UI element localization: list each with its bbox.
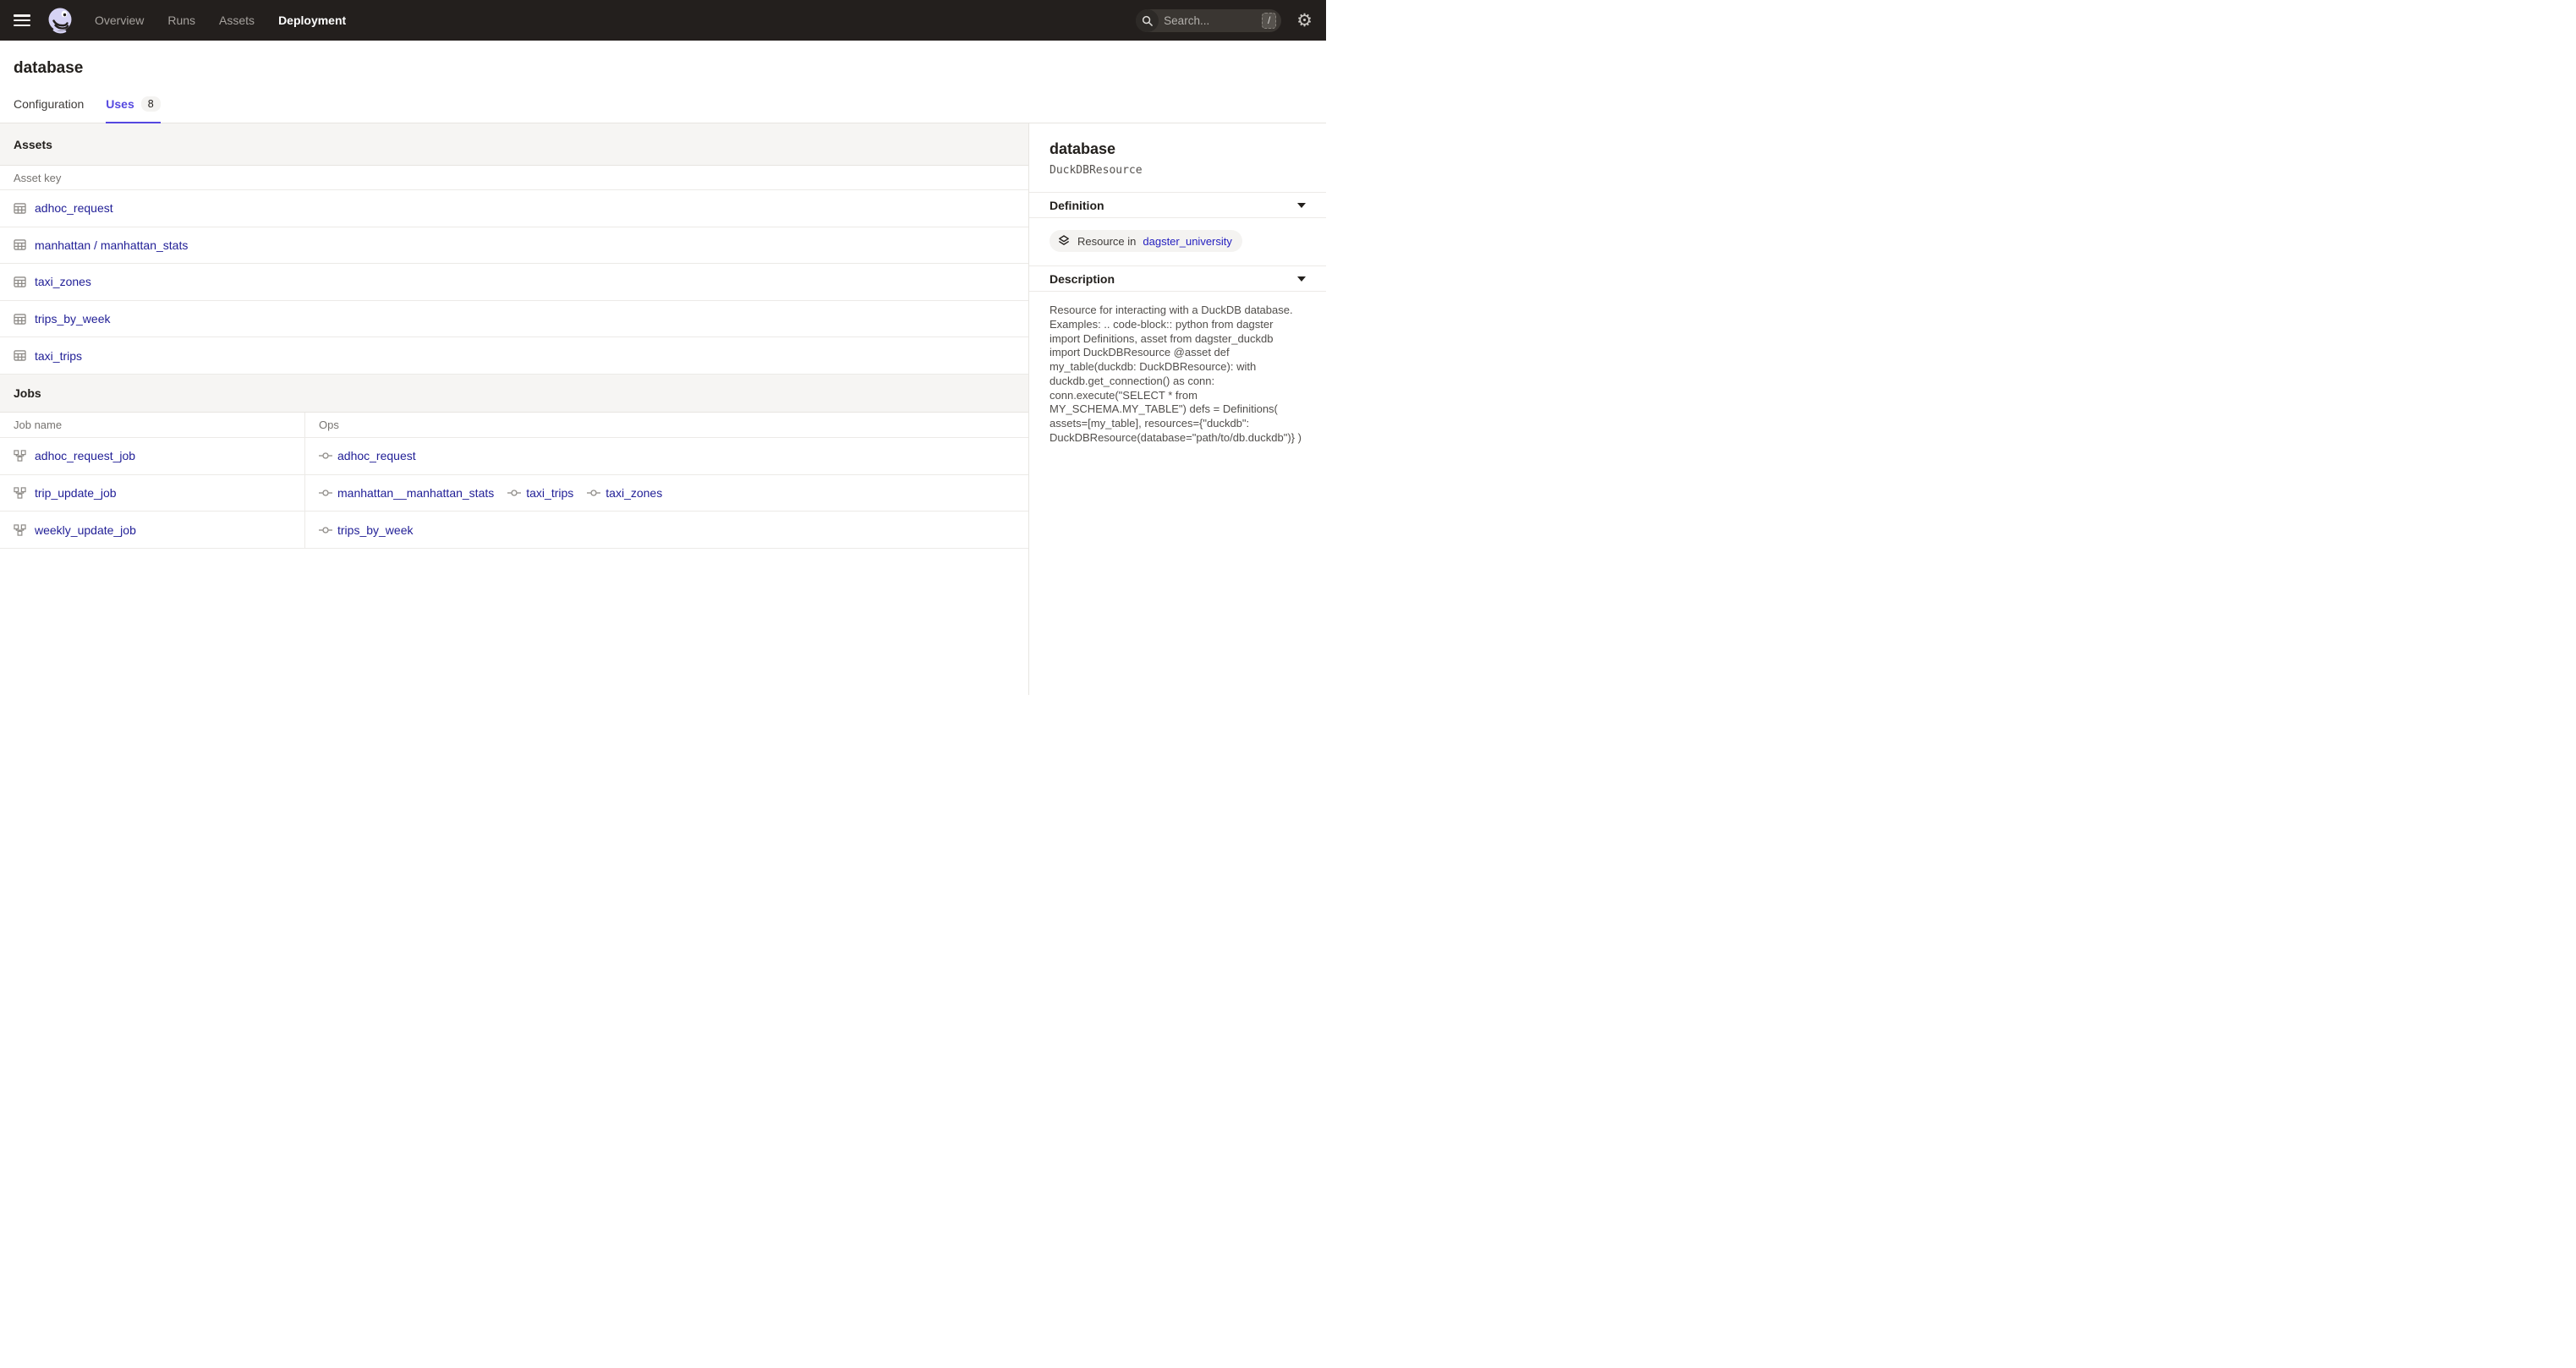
- resource-title: database: [1050, 140, 1306, 158]
- op-link[interactable]: trips_by_week: [337, 523, 414, 537]
- op-link[interactable]: adhoc_request: [337, 449, 416, 462]
- chevron-down-icon: [1297, 276, 1306, 282]
- asset-link[interactable]: taxi_trips: [35, 349, 82, 363]
- hamburger-menu-icon[interactable]: [14, 14, 30, 26]
- top-nav-bar: Overview Runs Assets Deployment / ⚙: [0, 0, 1326, 41]
- nav-item-overview[interactable]: Overview: [95, 14, 144, 27]
- assets-section-header: Assets: [0, 123, 1028, 166]
- job-row: trip_update_job manhattan__manhattan_sta…: [0, 475, 1028, 512]
- nav-item-deployment[interactable]: Deployment: [278, 14, 346, 27]
- op-icon: [319, 490, 332, 496]
- description-section-toggle[interactable]: Description: [1029, 265, 1326, 292]
- ops-column-header: Ops: [305, 413, 353, 437]
- search-icon: [1136, 9, 1159, 32]
- op-link[interactable]: taxi_trips: [526, 486, 573, 500]
- resource-type: DuckDBResource: [1050, 164, 1306, 177]
- job-icon: [14, 487, 26, 499]
- op-icon: [507, 490, 521, 496]
- definition-section-toggle[interactable]: Definition: [1029, 192, 1326, 218]
- uses-count-badge: 8: [141, 96, 161, 112]
- asset-row: manhattan / manhattan_stats: [0, 227, 1028, 265]
- settings-gear-icon[interactable]: ⚙: [1296, 12, 1313, 30]
- nav-item-assets[interactable]: Assets: [219, 14, 255, 27]
- asset-row: trips_by_week: [0, 301, 1028, 338]
- op-icon: [587, 490, 600, 496]
- asset-row: taxi_zones: [0, 264, 1028, 301]
- resource-description: Resource for interacting with a DuckDB d…: [1050, 304, 1306, 446]
- op-link[interactable]: manhattan__manhattan_stats: [337, 486, 494, 500]
- table-icon: [14, 203, 26, 214]
- tab-configuration[interactable]: Configuration: [14, 96, 84, 123]
- jobs-section-header: Jobs: [0, 375, 1028, 413]
- search-input[interactable]: [1159, 14, 1262, 27]
- jobs-table-header: Job name Ops: [0, 413, 1028, 438]
- job-row: weekly_update_job trips_by_week: [0, 512, 1028, 549]
- search-box[interactable]: /: [1136, 9, 1281, 32]
- table-icon: [14, 276, 26, 287]
- search-shortcut-key: /: [1262, 13, 1276, 29]
- asset-row: taxi_trips: [0, 337, 1028, 375]
- table-icon: [14, 314, 26, 325]
- code-location-link[interactable]: dagster_university: [1143, 235, 1232, 248]
- op-link[interactable]: taxi_zones: [606, 486, 662, 500]
- tab-uses[interactable]: Uses 8: [106, 96, 160, 123]
- asset-row: adhoc_request: [0, 190, 1028, 227]
- asset-link[interactable]: trips_by_week: [35, 312, 111, 326]
- table-icon: [14, 239, 26, 250]
- layers-icon: [1057, 234, 1071, 248]
- page-title: database: [14, 59, 1313, 78]
- resource-detail-panel: database DuckDBResource Definition Resou…: [1029, 123, 1326, 695]
- job-link[interactable]: adhoc_request_job: [35, 449, 135, 462]
- chevron-down-icon: [1297, 203, 1306, 208]
- asset-link[interactable]: adhoc_request: [35, 201, 113, 215]
- table-icon: [14, 350, 26, 361]
- job-link[interactable]: weekly_update_job: [35, 523, 136, 537]
- asset-link[interactable]: taxi_zones: [35, 275, 91, 288]
- job-link[interactable]: trip_update_job: [35, 486, 117, 500]
- job-name-column-header: Job name: [0, 413, 305, 437]
- asset-link[interactable]: manhattan / manhattan_stats: [35, 238, 188, 252]
- resource-location-badge: Resource in dagster_university: [1050, 230, 1242, 252]
- nav-item-runs[interactable]: Runs: [167, 14, 195, 27]
- tab-bar: Configuration Uses 8: [0, 96, 1326, 123]
- job-icon: [14, 450, 26, 462]
- job-icon: [14, 524, 26, 536]
- job-row: adhoc_request_job adhoc_request: [0, 438, 1028, 475]
- primary-nav: Overview Runs Assets Deployment: [95, 14, 346, 27]
- op-icon: [319, 452, 332, 459]
- op-icon: [319, 527, 332, 534]
- assets-table-header: Asset key: [0, 166, 1028, 190]
- asset-key-column-header: Asset key: [0, 166, 74, 189]
- dagster-logo-icon[interactable]: [46, 6, 74, 35]
- definition-section-body: Resource in dagster_university: [1029, 218, 1326, 265]
- uses-content: Assets Asset key adhoc_request manhatt: [0, 123, 1029, 695]
